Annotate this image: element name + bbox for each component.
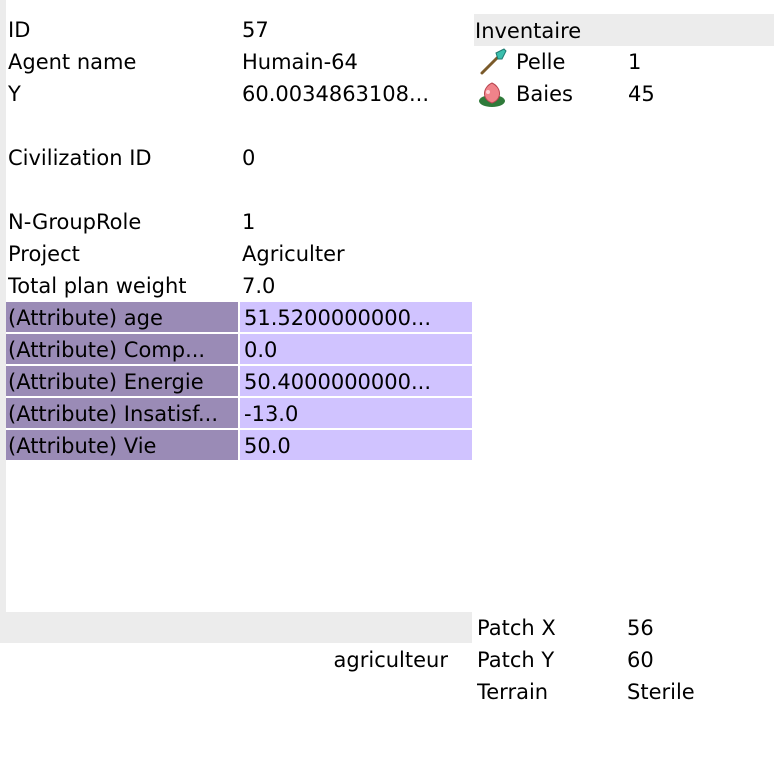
attribute-label: (Attribute) age xyxy=(6,302,238,334)
inventory-item-name: Pelle xyxy=(516,50,566,74)
property-label: Civilization ID xyxy=(8,146,152,170)
inventory-item-name: Baies xyxy=(516,82,573,106)
property-value: 57 xyxy=(242,18,269,42)
property-value: 0 xyxy=(242,146,256,170)
patch-label: Patch X xyxy=(477,616,556,640)
property-label: ID xyxy=(8,18,31,42)
property-value: 60.0034863108... xyxy=(242,82,430,106)
patch-value: 56 xyxy=(627,616,654,640)
attribute-label: (Attribute) Energie xyxy=(6,366,238,398)
property-label: Project xyxy=(8,242,80,266)
property-value: 7.0 xyxy=(242,274,276,298)
top-strip xyxy=(0,0,774,14)
attribute-value: 50.4000000000... xyxy=(240,366,472,398)
property-label: Total plan weight xyxy=(8,274,187,298)
patch-label: Terrain xyxy=(477,680,549,704)
property-value: Humain-64 xyxy=(242,50,358,74)
attribute-label: (Attribute) Insatisf... xyxy=(6,398,238,430)
attribute-value: 50.0 xyxy=(240,430,472,462)
patch-label: Patch Y xyxy=(477,648,555,672)
berries-icon xyxy=(479,82,505,107)
attribute-value: -13.0 xyxy=(240,398,472,430)
panel-footer-strip xyxy=(0,612,472,643)
property-label: N-GroupRole xyxy=(8,210,142,234)
patch-value: 60 xyxy=(627,648,654,672)
property-value: 1 xyxy=(242,210,256,234)
property-label: Y xyxy=(8,82,21,106)
role-label: agriculteur xyxy=(333,648,448,672)
patch-value: Sterile xyxy=(627,680,695,704)
attribute-value: 0.0 xyxy=(240,334,472,366)
attribute-label: (Attribute) Comp... xyxy=(6,334,238,366)
attribute-value: 51.5200000000... xyxy=(240,302,472,334)
inventory-item-count: 1 xyxy=(628,50,642,74)
attribute-label: (Attribute) Vie xyxy=(6,430,238,462)
inventory-item-count: 45 xyxy=(628,82,655,106)
property-value: Agriculter xyxy=(242,242,345,266)
property-label: Agent name xyxy=(8,50,137,74)
shovel-icon xyxy=(480,48,507,75)
inventory-title: Inventaire xyxy=(475,19,582,43)
